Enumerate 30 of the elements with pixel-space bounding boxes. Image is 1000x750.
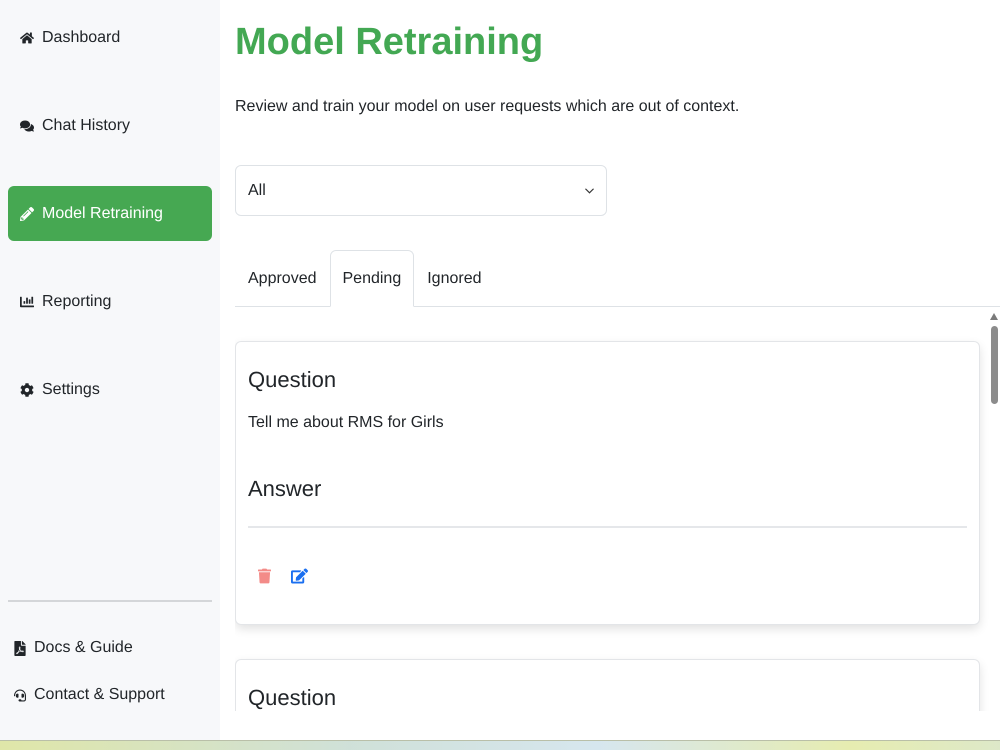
edit-icon xyxy=(291,566,308,586)
nav-item[interactable]: Reporting xyxy=(8,274,212,329)
section-heading: Answer xyxy=(248,475,322,503)
pencil-icon xyxy=(20,206,34,220)
page-subtitle: Review and train your model on user requests which are out of context. xyxy=(235,97,740,117)
scrollbar-thumb[interactable] xyxy=(990,326,998,404)
page-title: Model Retraining xyxy=(235,20,544,65)
settings-icon xyxy=(20,382,34,396)
tab[interactable]: Approved xyxy=(235,250,330,307)
trash-icon xyxy=(258,566,271,586)
section-heading: Question xyxy=(248,684,336,711)
bar-chart-icon xyxy=(20,294,34,308)
chevron-down-icon xyxy=(585,188,594,194)
document-icon xyxy=(14,640,26,656)
delete-button[interactable] xyxy=(258,566,271,586)
nav-item[interactable]: Dashboard xyxy=(8,10,212,65)
question-text: Tell me about RMS for Girls xyxy=(248,413,444,433)
tab[interactable]: Pending xyxy=(330,250,414,307)
edit-button[interactable] xyxy=(291,566,308,586)
footer-link[interactable]: Contact & Support xyxy=(8,680,212,710)
nav-item[interactable]: Chat History xyxy=(8,98,212,153)
scroll-up-arrow-icon[interactable] xyxy=(990,313,998,320)
section-heading: Question xyxy=(248,366,336,394)
headset-icon xyxy=(14,688,26,702)
footer-link[interactable]: Docs & Guide xyxy=(8,633,212,663)
tab[interactable]: Ignored xyxy=(414,250,494,307)
home-icon xyxy=(20,30,34,44)
nav-item[interactable]: Settings xyxy=(8,362,212,417)
chat-bubbles-icon xyxy=(20,118,34,132)
filter-dropdown[interactable]: All xyxy=(235,165,607,216)
